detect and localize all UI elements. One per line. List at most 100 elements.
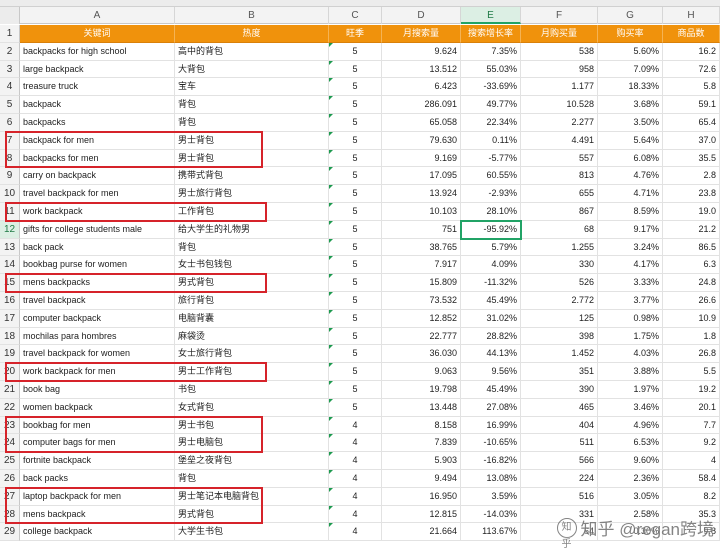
header-cell-heat[interactable]: 热度 [175,25,329,43]
row-number[interactable]: 23 [0,416,20,435]
search-growth-cell[interactable]: -14.03% [461,505,521,524]
purchase-rate-cell[interactable]: 1.75% [598,327,663,346]
search-growth-cell[interactable]: 22.34% [461,114,521,132]
monthly-purchases-cell[interactable]: 390 [521,381,598,399]
keyword-cell[interactable]: computer bags for men [20,434,175,453]
row-number[interactable]: 19 [0,345,20,364]
product-count-cell[interactable]: 19.0 [663,203,720,221]
column-header-b[interactable]: B [175,7,329,24]
product-count-cell[interactable]: 5.8 [663,78,720,97]
product-count-cell[interactable]: 59.1 [663,96,720,114]
monthly-searches-cell[interactable]: 6.423 [382,78,461,97]
row-number[interactable]: 2 [0,42,20,61]
row-number[interactable]: 9 [0,167,20,186]
monthly-searches-cell[interactable]: 21.664 [382,523,461,542]
row-number[interactable]: 18 [0,327,20,346]
translation-cell[interactable]: 携带式背包 [175,167,329,186]
monthly-purchases-cell[interactable]: 224 [521,470,598,488]
keyword-cell[interactable]: book bag [20,381,175,399]
keyword-cell[interactable]: treasure truck [20,78,175,97]
search-growth-cell[interactable]: -16.82% [461,452,521,470]
monthly-purchases-cell[interactable]: 1.452 [521,345,598,364]
search-growth-cell[interactable]: -95.92% [461,220,521,239]
column-header-a[interactable]: A [20,7,175,24]
monthly-purchases-cell[interactable]: 813 [521,167,598,186]
purchase-rate-cell[interactable]: 3.88% [598,363,663,381]
translation-cell[interactable]: 男士背包 [175,149,329,168]
keyword-cell[interactable]: gifts for college students male [20,220,175,239]
column-header-f[interactable]: F [521,7,598,24]
monthly-searches-cell[interactable]: 13.448 [382,398,461,417]
monthly-searches-cell[interactable]: 22.777 [382,327,461,346]
column-header-h[interactable]: H [663,7,720,24]
translation-cell[interactable]: 大学生书包 [175,523,329,542]
keyword-cell[interactable]: travel backpack for women [20,345,175,364]
season-cell[interactable]: 5 [329,309,382,328]
season-cell[interactable]: 5 [329,398,382,417]
monthly-searches-cell[interactable]: 12.852 [382,309,461,328]
monthly-searches-cell[interactable]: 5.903 [382,452,461,470]
product-count-cell[interactable]: 86.5 [663,238,720,257]
keyword-cell[interactable]: travel backpack [20,292,175,310]
product-count-cell[interactable]: 9.2 [663,434,720,453]
header-cell-monthly-searches[interactable]: 月搜索量 [382,25,461,43]
product-count-cell[interactable]: 20.1 [663,398,720,417]
season-cell[interactable]: 5 [329,203,382,221]
translation-cell[interactable]: 男士工作背包 [175,363,329,381]
keyword-cell[interactable]: back packs [20,470,175,488]
monthly-purchases-cell[interactable]: 10.528 [521,96,598,114]
product-count-cell[interactable]: 2.8 [663,167,720,186]
monthly-purchases-cell[interactable]: 351 [521,363,598,381]
search-growth-cell[interactable]: 4.09% [461,256,521,275]
monthly-purchases-cell[interactable]: 526 [521,274,598,292]
monthly-purchases-cell[interactable]: 557 [521,149,598,168]
monthly-purchases-cell[interactable]: 867 [521,203,598,221]
translation-cell[interactable]: 男士背包 [175,131,329,150]
row-number[interactable]: 24 [0,434,20,453]
purchase-rate-cell[interactable]: 6.08% [598,149,663,168]
monthly-purchases-cell[interactable]: 655 [521,185,598,203]
row-number[interactable]: 7 [0,131,20,150]
keyword-cell[interactable]: fortnite backpack [20,452,175,470]
monthly-searches-cell[interactable]: 16.950 [382,487,461,506]
purchase-rate-cell[interactable]: 3.33% [598,274,663,292]
search-growth-cell[interactable]: 28.82% [461,327,521,346]
product-count-cell[interactable]: 4 [663,452,720,470]
translation-cell[interactable]: 背包 [175,96,329,114]
translation-cell[interactable]: 男士笔记本电脑背包 [175,487,329,506]
keyword-cell[interactable]: backpack [20,96,175,114]
purchase-rate-cell[interactable]: 4.71% [598,185,663,203]
purchase-rate-cell[interactable]: 4.76% [598,167,663,186]
keyword-cell[interactable]: work backpack [20,203,175,221]
monthly-searches-cell[interactable]: 9.169 [382,149,461,168]
search-growth-cell[interactable]: 5.79% [461,238,521,257]
column-header-e[interactable]: E [461,7,521,24]
search-growth-cell[interactable]: 60.55% [461,167,521,186]
search-growth-cell[interactable]: -11.32% [461,274,521,292]
purchase-rate-cell[interactable]: 18.33% [598,78,663,97]
keyword-cell[interactable]: mochilas para hombres [20,327,175,346]
season-cell[interactable]: 4 [329,505,382,524]
purchase-rate-cell[interactable]: 3.24% [598,238,663,257]
monthly-searches-cell[interactable]: 17.095 [382,167,461,186]
search-growth-cell[interactable]: 28.10% [461,203,521,221]
monthly-purchases-cell[interactable]: 404 [521,416,598,435]
product-count-cell[interactable]: 26.8 [663,345,720,364]
header-cell-search-growth[interactable]: 搜索增长率 [461,25,521,43]
monthly-purchases-cell[interactable]: 330 [521,256,598,275]
row-number[interactable]: 16 [0,292,20,310]
monthly-searches-cell[interactable]: 8.158 [382,416,461,435]
monthly-purchases-cell[interactable]: 1.255 [521,238,598,257]
season-cell[interactable]: 5 [329,381,382,399]
header-cell-peak-season[interactable]: 旺季 [329,25,382,43]
translation-cell[interactable]: 堡垒之夜背包 [175,452,329,470]
product-count-cell[interactable]: 21.2 [663,220,720,239]
season-cell[interactable]: 5 [329,185,382,203]
product-count-cell[interactable]: 72.6 [663,60,720,79]
search-growth-cell[interactable]: -5.77% [461,149,521,168]
row-number[interactable]: 11 [0,203,20,221]
season-cell[interactable]: 5 [329,274,382,292]
purchase-rate-cell[interactable]: 3.50% [598,114,663,132]
season-cell[interactable]: 5 [329,42,382,61]
season-cell[interactable]: 5 [329,363,382,381]
